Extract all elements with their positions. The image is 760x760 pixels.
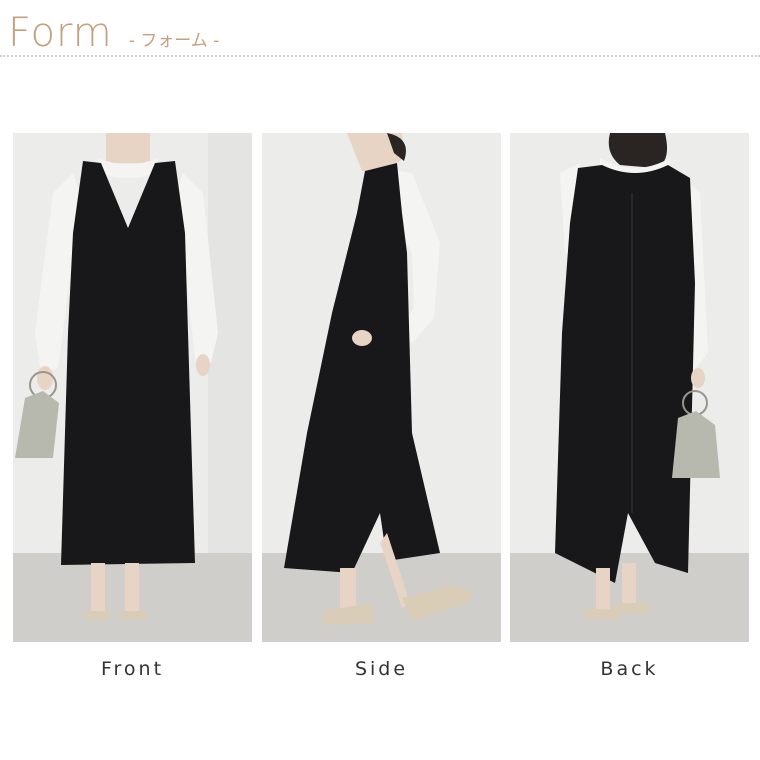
photo-back xyxy=(510,133,749,642)
header: Form - フォーム - xyxy=(8,10,219,56)
photo-side xyxy=(262,133,501,642)
caption-front: Front xyxy=(100,658,165,680)
dotted-divider xyxy=(0,55,760,57)
caption-side: Side xyxy=(354,658,409,680)
caption-back: Back xyxy=(600,658,659,680)
photo-front xyxy=(13,133,252,642)
page-subtitle: - フォーム - xyxy=(128,31,220,51)
front-view-illustration xyxy=(13,133,252,642)
page-title: Form xyxy=(8,10,113,56)
side-view-illustration xyxy=(262,133,501,642)
back-view-illustration xyxy=(510,133,749,642)
